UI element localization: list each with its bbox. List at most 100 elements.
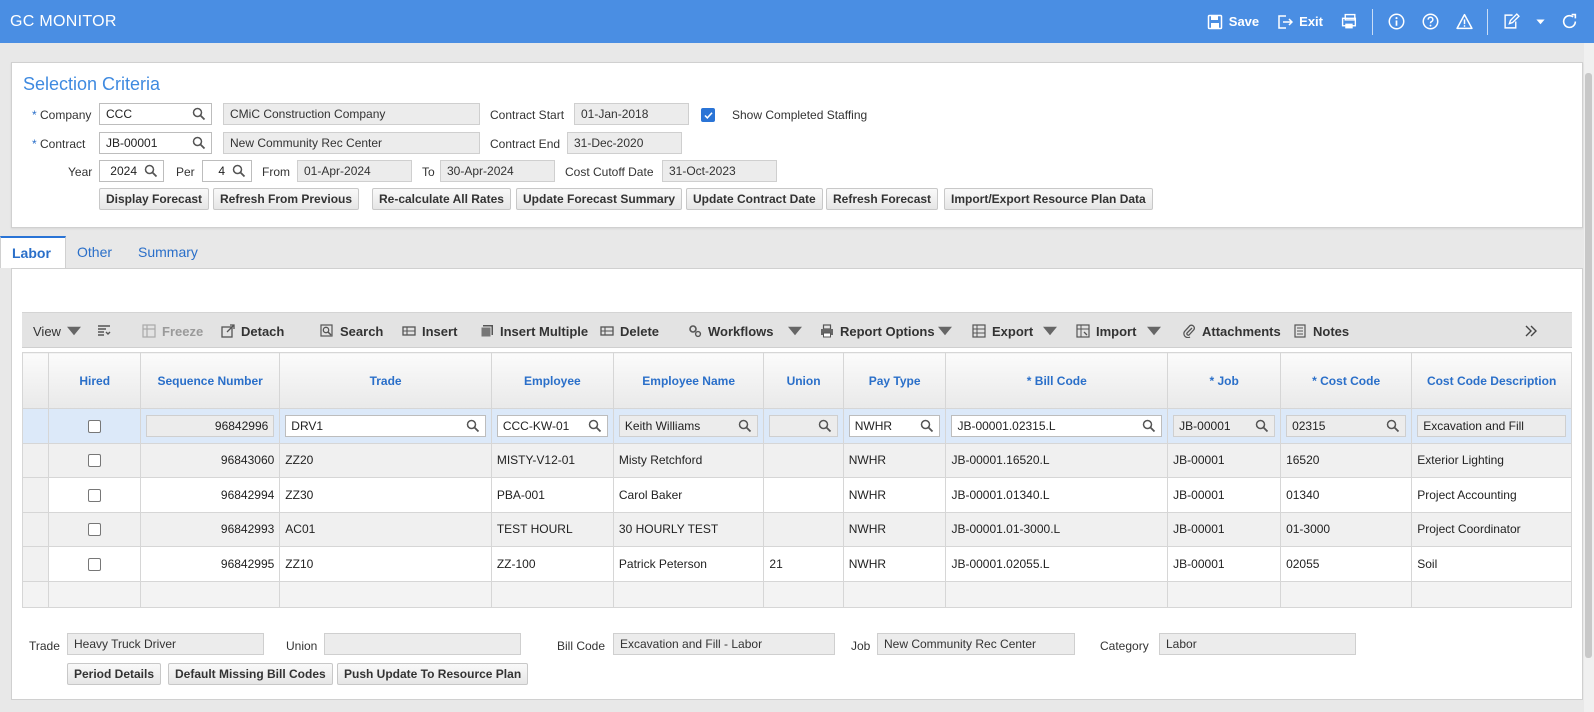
search-icon[interactable] — [738, 419, 752, 433]
view-menu[interactable]: View — [33, 313, 81, 349]
union-cell[interactable] — [763, 442, 844, 478]
export-menu[interactable]: Export — [972, 313, 1033, 349]
cost-code-field[interactable]: 02315 — [1286, 414, 1407, 437]
warning-button[interactable] — [1449, 7, 1479, 37]
bill-code-cell[interactable]: JB-00001.16520.L — [945, 442, 1169, 478]
year-input[interactable]: 2024 — [99, 160, 164, 182]
info-button[interactable] — [1381, 7, 1411, 37]
employee-cell[interactable]: PBA-001 — [490, 477, 614, 513]
employee-name-cell[interactable]: Patrick Peterson — [612, 546, 765, 582]
workflows-menu[interactable]: Workflows — [688, 313, 774, 349]
trade-cell[interactable]: AC01 — [279, 511, 492, 547]
refresh-button[interactable] — [1554, 7, 1584, 37]
delete-button[interactable]: Delete — [600, 313, 659, 349]
union-field[interactable] — [769, 414, 838, 437]
per-input[interactable]: 4 — [202, 160, 252, 182]
hired-checkbox[interactable] — [88, 454, 102, 468]
search-icon[interactable] — [920, 419, 934, 433]
update-contract-date-button[interactable]: Update Contract Date — [686, 188, 823, 210]
table-row[interactable]: 96842995 ZZ10 ZZ-100 Patrick Peterson 21… — [21, 546, 1572, 582]
pay-type-cell[interactable]: NWHR — [842, 511, 947, 547]
vertical-scrollbar[interactable] — [1584, 43, 1594, 712]
pay-type-input[interactable]: NWHR — [848, 414, 941, 437]
union-cell[interactable] — [763, 477, 844, 513]
update-forecast-summary-button[interactable]: Update Forecast Summary — [516, 188, 683, 210]
employee-name-cell[interactable]: Carol Baker — [612, 477, 765, 513]
more-toolbar-button[interactable] — [1524, 313, 1538, 349]
save-button[interactable]: Save — [1200, 14, 1266, 30]
search-icon[interactable] — [1255, 419, 1269, 433]
search-icon[interactable] — [1142, 419, 1156, 433]
search-icon[interactable] — [818, 419, 832, 433]
attachments-button[interactable]: Attachments — [1182, 313, 1281, 349]
scrollbar-thumb[interactable] — [1585, 73, 1592, 658]
job-cell[interactable]: JB-00001 — [1167, 442, 1282, 478]
table-row-selected[interactable]: 96842996 DRV1 CCC-KW-01 Keith Williams N… — [21, 408, 1572, 444]
employee-name-field[interactable]: Keith Williams — [618, 414, 759, 437]
col-sequence-number[interactable]: Sequence Number — [139, 352, 281, 409]
push-update-resource-plan-button[interactable]: Push Update To Resource Plan — [337, 663, 529, 685]
bill-code-cell[interactable]: JB-00001.01-3000.L — [945, 511, 1169, 547]
row-selector[interactable] — [21, 477, 50, 513]
hired-checkbox[interactable] — [88, 523, 102, 537]
display-forecast-button[interactable]: Display Forecast — [99, 188, 210, 210]
employee-input[interactable]: CCC-KW-01 — [496, 414, 608, 437]
company-input[interactable]: CCC — [99, 103, 212, 125]
row-selector[interactable] — [21, 408, 50, 444]
insert-button[interactable]: Insert — [402, 313, 457, 349]
search-icon[interactable] — [144, 164, 158, 178]
col-trade[interactable]: Trade — [279, 352, 492, 409]
dropdown-button[interactable] — [1530, 7, 1550, 37]
row-selector[interactable] — [21, 511, 50, 547]
default-missing-bill-codes-button[interactable]: Default Missing Bill Codes — [168, 663, 333, 685]
employee-name-cell[interactable]: Misty Retchford — [612, 442, 765, 478]
edit-menu-button[interactable] — [1496, 7, 1526, 37]
trade-cell[interactable]: ZZ20 — [279, 442, 492, 478]
employee-name-cell[interactable]: 30 HOURLY TEST — [612, 511, 765, 547]
col-pay-type[interactable]: Pay Type — [842, 352, 947, 409]
bill-code-cell[interactable]: JB-00001.02055.L — [945, 546, 1169, 582]
tab-labor[interactable]: Labor — [0, 236, 66, 268]
print-button[interactable] — [1334, 7, 1364, 37]
tab-other[interactable]: Other — [66, 236, 123, 268]
tab-summary[interactable]: Summary — [127, 236, 209, 268]
hired-checkbox[interactable] — [88, 557, 102, 571]
bill-code-input[interactable]: JB-00001.02315.L — [951, 414, 1163, 437]
cost-code-cell[interactable]: 01-3000 — [1280, 511, 1413, 547]
row-selector[interactable] — [21, 442, 50, 478]
table-row[interactable]: 96842994 ZZ30 PBA-001 Carol Baker NWHR J… — [21, 477, 1572, 513]
export-dropdown[interactable] — [1043, 313, 1057, 349]
notes-button[interactable]: Notes — [1293, 313, 1349, 349]
cost-code-cell[interactable]: 02055 — [1280, 546, 1413, 582]
col-employee-name[interactable]: Employee Name — [612, 352, 765, 409]
exit-button[interactable]: Exit — [1270, 14, 1330, 30]
col-bill-code[interactable]: * Bill Code — [945, 352, 1169, 409]
col-cost-code[interactable]: * Cost Code — [1280, 352, 1413, 409]
hired-checkbox[interactable] — [88, 419, 102, 433]
table-row[interactable]: 96842993 AC01 TEST HOURL 30 HOURLY TEST … — [21, 511, 1572, 547]
refresh-from-previous-button[interactable]: Refresh From Previous — [213, 188, 360, 210]
bill-code-cell[interactable]: JB-00001.01340.L — [945, 477, 1169, 513]
trade-cell[interactable]: ZZ10 — [279, 546, 492, 582]
search-icon[interactable] — [192, 107, 206, 121]
show-completed-checkbox[interactable] — [701, 108, 715, 122]
hired-checkbox[interactable] — [88, 488, 102, 502]
employee-cell[interactable]: TEST HOURL — [490, 511, 614, 547]
recalculate-rates-button[interactable]: Re-calculate All Rates — [372, 188, 511, 210]
col-employee[interactable]: Employee — [490, 352, 614, 409]
report-options-dropdown[interactable] — [938, 313, 952, 349]
pay-type-cell[interactable]: NWHR — [842, 546, 947, 582]
period-details-button[interactable]: Period Details — [67, 663, 162, 685]
workflows-dropdown[interactable] — [788, 313, 802, 349]
column-settings-button[interactable] — [97, 313, 111, 349]
pay-type-cell[interactable]: NWHR — [842, 477, 947, 513]
insert-multiple-button[interactable]: Insert Multiple — [480, 313, 588, 349]
contract-input[interactable]: JB-00001 — [99, 132, 212, 154]
detach-button[interactable]: Detach — [221, 313, 284, 349]
union-cell[interactable] — [763, 511, 844, 547]
job-cell[interactable]: JB-00001 — [1167, 546, 1282, 582]
col-job[interactable]: * Job — [1167, 352, 1282, 409]
import-menu[interactable]: Import — [1076, 313, 1136, 349]
table-row[interactable]: 96843060 ZZ20 MISTY-V12-01 Misty Retchfo… — [21, 442, 1572, 478]
search-icon[interactable] — [192, 136, 206, 150]
